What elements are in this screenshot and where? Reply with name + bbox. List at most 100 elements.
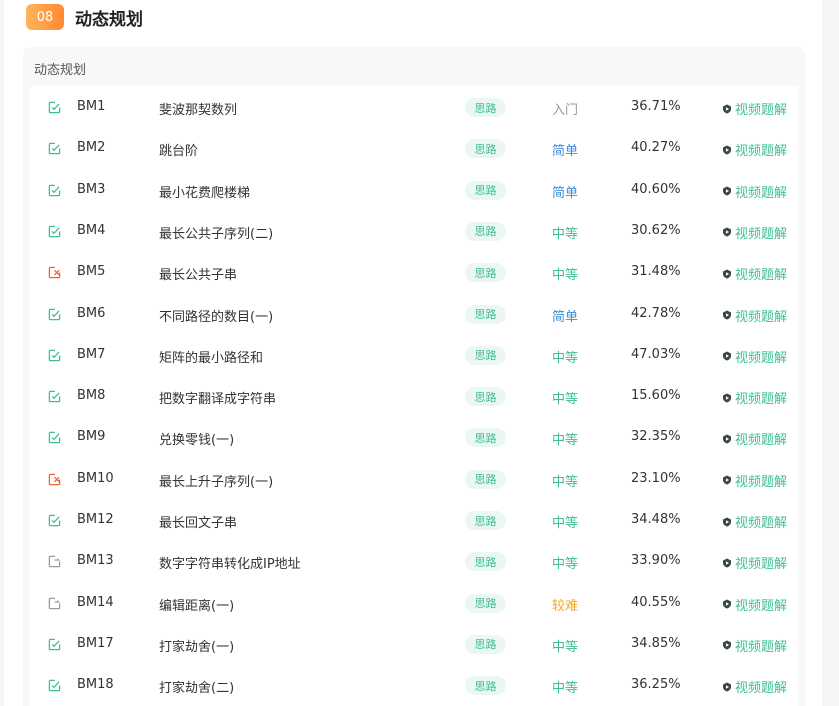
video-solution-link[interactable]: 视频题解 <box>722 636 787 655</box>
problem-title-link[interactable]: 兑换零钱(一) <box>159 429 234 448</box>
pass-rate: 32.35% <box>631 429 681 445</box>
difficulty-label: 简单 <box>552 185 579 201</box>
problem-title-link[interactable]: 最长回文子串 <box>159 512 237 531</box>
problem-row[interactable]: BM1 斐波那契数列 思路 入门 36.71% 视频题解 <box>30 87 798 128</box>
problem-title-link[interactable]: 矩阵的最小路径和 <box>159 347 263 366</box>
video-shield-icon <box>722 640 732 650</box>
video-shield-icon <box>722 351 732 361</box>
problem-code: BM13 <box>77 553 114 569</box>
problem-code: BM5 <box>77 264 106 280</box>
video-solution-link[interactable]: 视频题解 <box>722 223 787 242</box>
problem-row[interactable]: BM6 不同路径的数目(一) 思路 简单 42.78% 视频题解 <box>30 294 798 335</box>
problem-row[interactable]: BM9 兑换零钱(一) 思路 中等 32.35% 视频题解 <box>30 417 798 458</box>
video-solution-link[interactable]: 视频题解 <box>722 182 787 201</box>
hint-tag[interactable]: 思路 <box>465 98 506 117</box>
pass-rate: 40.55% <box>631 594 681 610</box>
check-square-icon <box>48 431 61 444</box>
hint-tag[interactable]: 思路 <box>465 593 506 613</box>
hint-tag[interactable]: 思路 <box>465 634 506 654</box>
difficulty-label: 中等 <box>552 226 579 242</box>
problem-title-link[interactable]: 最长公共子串 <box>159 264 237 283</box>
hint-tag[interactable]: 思路 <box>465 676 506 696</box>
problem-title-link[interactable]: 编辑距离(一) <box>159 595 234 614</box>
section-number-badge: 08 <box>26 4 64 30</box>
video-solution-link[interactable]: 视频题解 <box>722 471 787 490</box>
problem-row[interactable]: BM7 矩阵的最小路径和 思路 中等 47.03% 视频题解 <box>30 335 798 376</box>
problem-row[interactable]: BM5 最长公共子串 思路 中等 31.48% 视频题解 <box>30 252 798 293</box>
video-solution-label: 视频题解 <box>735 474 788 490</box>
video-solution-link[interactable]: 视频题解 <box>722 99 787 118</box>
problem-title-link[interactable]: 斐波那契数列 <box>159 99 237 118</box>
problem-row[interactable]: BM17 打家劫舍(一) 思路 中等 34.85% 视频题解 <box>30 624 798 665</box>
video-solution-link[interactable]: 视频题解 <box>722 553 787 572</box>
pass-rate: 40.60% <box>631 181 681 197</box>
pass-rate: 36.71% <box>631 99 681 114</box>
problem-row[interactable]: BM8 把数字翻译成字符串 思路 中等 15.60% 视频题解 <box>30 376 798 417</box>
problem-code: BM4 <box>77 222 106 238</box>
problem-row[interactable]: BM13 数字字符串转化成IP地址 思路 中等 33.90% 视频题解 <box>30 541 798 582</box>
problem-row[interactable]: BM2 跳台阶 思路 简单 40.27% 视频题解 <box>30 128 798 169</box>
hint-tag[interactable]: 思路 <box>465 552 506 572</box>
cross-square-icon <box>48 473 61 486</box>
problem-title-link[interactable]: 不同路径的数目(一) <box>159 306 273 325</box>
problem-title-link[interactable]: 最长上升子序列(一) <box>159 471 273 490</box>
hint-tag[interactable]: 思路 <box>465 221 506 241</box>
difficulty-label: 中等 <box>552 474 579 490</box>
check-square-icon <box>48 679 61 692</box>
problem-row[interactable]: BM14 编辑距离(一) 思路 较难 40.55% 视频题解 <box>30 583 798 624</box>
hint-tag[interactable]: 思路 <box>465 387 506 407</box>
problem-row[interactable]: BM12 最长回文子串 思路 中等 34.48% 视频题解 <box>30 500 798 541</box>
check-square-icon <box>48 101 61 114</box>
difficulty-label: 中等 <box>552 681 579 697</box>
video-solution-link[interactable]: 视频题解 <box>722 512 787 531</box>
video-shield-icon <box>722 434 732 444</box>
video-solution-label: 视频题解 <box>735 185 788 201</box>
video-solution-link[interactable]: 视频题解 <box>722 306 787 325</box>
hint-tag[interactable]: 思路 <box>465 139 506 159</box>
video-solution-link[interactable]: 视频题解 <box>722 677 787 696</box>
problem-title-link[interactable]: 打家劫舍(一) <box>159 636 234 655</box>
problem-title-link[interactable]: 数字字符串转化成IP地址 <box>159 553 301 572</box>
problem-code: BM18 <box>77 677 114 693</box>
video-shield-icon <box>722 517 732 527</box>
video-solution-link[interactable]: 视频题解 <box>722 140 787 159</box>
problem-code: BM12 <box>77 512 114 527</box>
section-title: 动态规划 <box>75 9 143 30</box>
problem-title-link[interactable]: 最长公共子序列(二) <box>159 223 273 242</box>
pass-rate: 34.85% <box>631 635 681 651</box>
problem-row[interactable]: BM4 最长公共子序列(二) 思路 中等 30.62% 视频题解 <box>30 211 798 252</box>
video-shield-icon <box>722 599 732 609</box>
video-solution-link[interactable]: 视频题解 <box>722 388 787 407</box>
video-solution-link[interactable]: 视频题解 <box>722 347 787 366</box>
problem-code: BM6 <box>77 305 106 321</box>
problem-title-link[interactable]: 打家劫舍(二) <box>159 677 234 696</box>
problem-title-link[interactable]: 最小花费爬楼梯 <box>159 182 250 201</box>
hint-tag[interactable]: 思路 <box>465 428 506 448</box>
difficulty-label: 中等 <box>552 392 579 408</box>
problem-row[interactable]: BM10 最长上升子序列(一) 思路 中等 23.10% 视频题解 <box>30 459 798 500</box>
video-solution-link[interactable]: 视频题解 <box>722 429 787 448</box>
section-header: 08 动态规划 <box>26 4 143 30</box>
video-solution-link[interactable]: 视频题解 <box>722 264 787 283</box>
video-solution-label: 视频题解 <box>735 268 788 284</box>
problem-code: BM3 <box>77 181 106 197</box>
pen-square-icon <box>48 555 61 568</box>
hint-tag[interactable]: 思路 <box>465 180 506 200</box>
difficulty-label: 简单 <box>552 309 579 325</box>
hint-tag[interactable]: 思路 <box>465 345 506 365</box>
problem-row[interactable]: BM18 打家劫舍(二) 思路 中等 36.25% 视频题解 <box>30 665 798 706</box>
hint-tag[interactable]: 思路 <box>465 469 506 489</box>
video-solution-link[interactable]: 视频题解 <box>722 595 787 614</box>
hint-tag[interactable]: 思路 <box>465 263 506 283</box>
pass-rate: 30.62% <box>631 222 681 238</box>
problem-title-link[interactable]: 把数字翻译成字符串 <box>159 388 276 407</box>
difficulty-label: 较难 <box>552 598 579 614</box>
hint-tag[interactable]: 思路 <box>465 304 506 324</box>
problem-title-link[interactable]: 跳台阶 <box>159 140 198 159</box>
problem-code: BM17 <box>77 635 114 651</box>
video-solution-label: 视频题解 <box>735 598 788 614</box>
problem-row[interactable]: BM3 最小花费爬楼梯 思路 简单 40.60% 视频题解 <box>30 170 798 211</box>
pass-rate: 40.27% <box>631 140 681 156</box>
pass-rate: 15.60% <box>631 388 681 404</box>
hint-tag[interactable]: 思路 <box>465 511 506 530</box>
